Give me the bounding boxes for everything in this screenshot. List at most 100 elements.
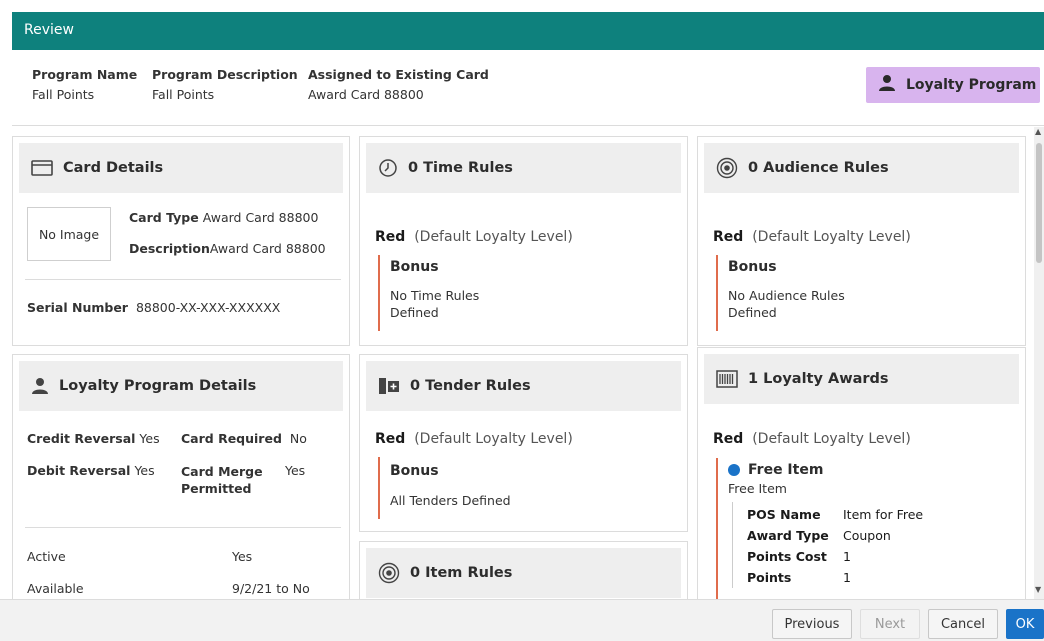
description-value: Award Card 88800 [209, 241, 326, 256]
attribute-value: 1 [843, 549, 851, 564]
audience-rules-panel: 0 Audience Rules Red (Default Loyalty Le… [697, 136, 1026, 346]
serial-number-label: Serial Number [27, 300, 128, 315]
dialog-title: Review [12, 12, 1044, 50]
credit-card-icon [31, 160, 53, 176]
award-attribute-row: Points 1 [747, 567, 972, 588]
program-description-field: Program Description Fall Points [152, 67, 298, 102]
description-label: Description [129, 241, 210, 256]
review-content[interactable]: Card Details No Image Card Type Award Ca… [0, 127, 1044, 599]
card-details-title: Card Details [63, 160, 164, 176]
time-rules-title: 0 Time Rules [408, 160, 513, 176]
loyalty-awards-header: 1 Loyalty Awards [704, 354, 1019, 404]
program-name-label: Program Name [32, 67, 138, 82]
target-icon [716, 157, 738, 179]
card-merge-label: Card Merge Permitted [181, 464, 263, 496]
attribute-label: Award Type [747, 528, 829, 543]
tender-icon [378, 377, 400, 395]
award-name: Free Item [748, 462, 824, 478]
loyalty-program-badge: Loyalty Program [866, 67, 1040, 103]
card-merge-value: Yes [285, 463, 306, 478]
card-required-value: No [289, 431, 307, 446]
audience-rules-header: 0 Audience Rules [704, 143, 1019, 193]
attribute-value: Item for Free [843, 507, 924, 522]
cancel-button[interactable]: Cancel [928, 609, 998, 639]
next-button[interactable]: Next [860, 609, 920, 639]
review-header: Program Name Fall Points Program Descrip… [12, 50, 1044, 126]
attribute-value: Coupon [843, 528, 891, 543]
bullet-icon [728, 464, 740, 476]
program-description-label: Program Description [152, 67, 298, 82]
debit-reversal-label: Debit Reversal [27, 463, 131, 478]
credit-reversal-row: Credit Reversal Yes [27, 431, 160, 446]
available-label: Available [27, 581, 84, 596]
item-rules-title: 0 Item Rules [410, 565, 513, 581]
program-name-value: Fall Points [32, 87, 95, 102]
person-icon [878, 74, 906, 96]
active-value: Yes [232, 549, 253, 564]
card-details-header: Card Details [19, 143, 343, 193]
card-merge-row: Card Merge Permitted [181, 463, 263, 497]
time-rules-header: 0 Time Rules [366, 143, 681, 193]
scrollbar-thumb[interactable] [1036, 143, 1042, 263]
clock-icon [378, 158, 398, 178]
bonus-heading: Bonus [390, 463, 439, 479]
item-rules-panel: 0 Item Rules [359, 541, 688, 599]
program-description-value: Fall Points [152, 87, 215, 102]
attribute-label: Points Cost [747, 549, 827, 564]
ok-button[interactable]: OK [1006, 609, 1044, 639]
scroll-down-icon[interactable]: ▼ [1035, 585, 1041, 594]
rule-text: No Time Rules [390, 288, 480, 303]
bonus-rule-block: Bonus No Time Rules Defined [378, 255, 479, 331]
serial-number-row: Serial Number 88800-XX-XXX-XXXXXX [27, 300, 280, 315]
rule-text: Defined [390, 305, 439, 320]
scroll-up-icon[interactable]: ▲ [1035, 127, 1041, 136]
award-attributes: POS Name Item for Free Award Type Coupon… [732, 502, 972, 588]
card-required-label: Card Required [181, 431, 282, 446]
card-type-label: Card Type [129, 210, 199, 225]
assigned-card-label: Assigned to Existing Card [308, 67, 489, 82]
loyalty-program-details-header: Loyalty Program Details [19, 361, 343, 411]
rule-text: No Audience Rules [728, 288, 845, 303]
award-block: Free Item Free Item POS Name Item for Fr… [716, 458, 1016, 599]
bonus-heading: Bonus [728, 259, 777, 275]
target-icon [378, 562, 400, 584]
award-attribute-row: POS Name Item for Free [747, 504, 972, 525]
loyalty-program-details-title: Loyalty Program Details [59, 378, 257, 394]
vertical-scrollbar[interactable]: ▲ ▼ [1034, 127, 1044, 599]
bonus-heading: Bonus [390, 259, 439, 275]
person-icon [31, 377, 49, 395]
assigned-card-value: Award Card 88800 [308, 87, 424, 102]
loyalty-awards-title: 1 Loyalty Awards [748, 371, 889, 387]
bonus-rule-block: Bonus All Tenders Defined [378, 457, 511, 519]
active-label: Active [27, 549, 66, 564]
tender-rules-panel: 0 Tender Rules Red (Default Loyalty Leve… [359, 354, 688, 532]
bonus-rule-block: Bonus No Audience Rules Defined [716, 255, 845, 331]
credit-reversal-label: Credit Reversal [27, 431, 136, 446]
card-type-row: Card Type Award Card 88800 [129, 210, 318, 225]
divider [25, 279, 341, 280]
barcode-icon [716, 370, 738, 388]
credit-reversal-value: Yes [139, 431, 160, 446]
card-required-row: Card Required No [181, 431, 307, 446]
available-value: 9/2/21 to No [232, 581, 310, 596]
audience-rules-title: 0 Audience Rules [748, 160, 889, 176]
attribute-label: POS Name [747, 507, 821, 522]
assigned-card-field: Assigned to Existing Card Award Card 888… [308, 67, 489, 102]
divider [25, 527, 341, 528]
program-name-field: Program Name Fall Points [32, 67, 137, 102]
attribute-value: 1 [843, 570, 851, 585]
loyalty-level: Red (Default Loyalty Level) [713, 431, 911, 447]
time-rules-panel: 0 Time Rules Red (Default Loyalty Level)… [359, 136, 688, 346]
card-type-value: Award Card 88800 [202, 210, 319, 225]
loyalty-level: Red (Default Loyalty Level) [375, 229, 573, 245]
award-subtitle: Free Item [728, 481, 787, 496]
loyalty-program-badge-label: Loyalty Program [906, 77, 1037, 93]
previous-button[interactable]: Previous [772, 609, 852, 639]
item-rules-header: 0 Item Rules [366, 548, 681, 598]
loyalty-level: Red (Default Loyalty Level) [713, 229, 911, 245]
card-details-panel: Card Details No Image Card Type Award Ca… [12, 136, 350, 346]
award-attribute-row: Award Type Coupon [747, 525, 972, 546]
rule-text: Defined [728, 305, 777, 320]
tender-rules-title: 0 Tender Rules [410, 378, 531, 394]
award-name-row: Free Item [728, 462, 1016, 478]
